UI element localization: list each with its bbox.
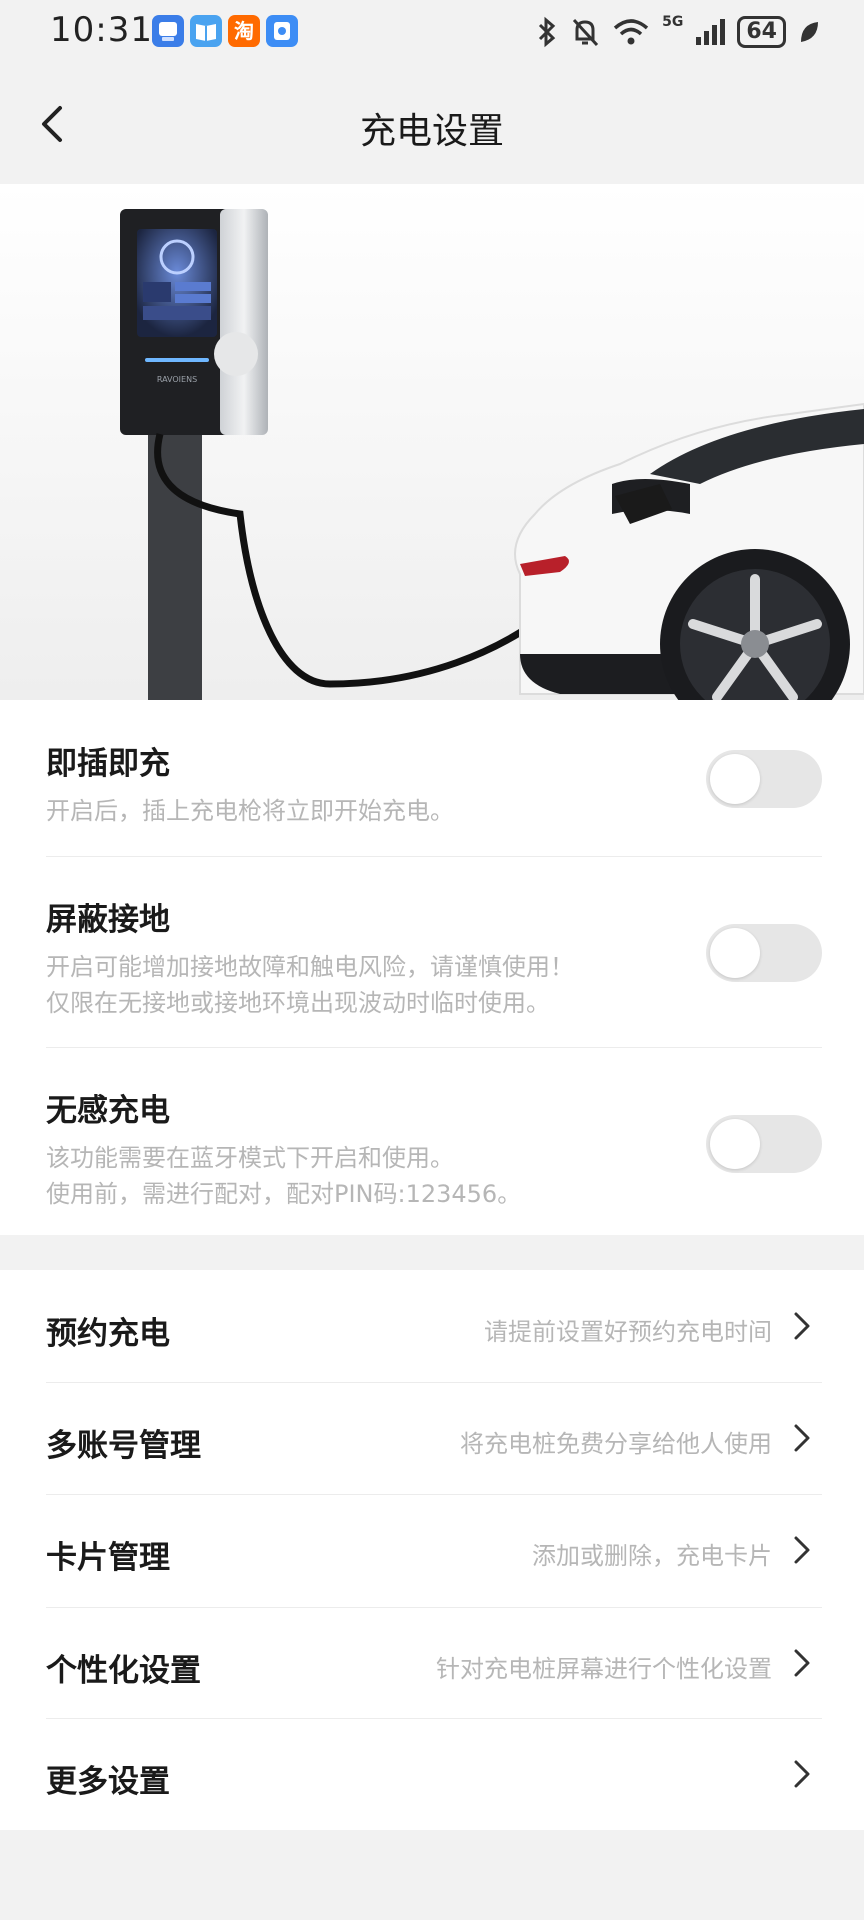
switch-knob [710,754,760,804]
menu-item-label: 卡片管理 [46,1540,170,1576]
toggle-row-ground-shield: 屏蔽接地 开启可能增加接地故障和触电风险，请谨慎使用！ 仅限在无接地或接地环境出… [46,894,822,1021]
menu-item-label: 预约充电 [46,1316,170,1352]
menu-item-hint: 将充电桩免费分享给他人使用 [460,1430,772,1458]
divider [46,1047,822,1048]
menu-item-scheduled-charging[interactable]: 预约充电 请提前设置好预约充电时间 [46,1270,822,1382]
menu-item-multi-account[interactable]: 多账号管理 将充电桩免费分享给他人使用 [46,1382,822,1494]
network-type: 5G [662,14,684,30]
menu-item-personalization[interactable]: 个性化设置 针对充电桩屏幕进行个性化设置 [46,1607,822,1719]
signal-icon [696,19,726,45]
bluetooth-icon [539,16,556,48]
seamless-charge-switch[interactable] [706,1115,822,1173]
page-title: 充电设置 [359,111,504,152]
plug-and-charge-switch[interactable] [706,750,822,808]
header: 充电设置 [0,64,864,184]
chevron-right-icon [794,1424,810,1452]
status-right: 5G 64 [536,12,820,52]
chevron-right-icon [794,1536,810,1564]
hero-image: RAVOIENS [0,184,864,700]
menu-section: 预约充电 请提前设置好预约充电时间 多账号管理 将充电桩免费分享给他人使用 卡片… [0,1270,864,1830]
status-time: 10:31 [50,10,153,50]
menu-item-label: 多账号管理 [46,1428,201,1464]
charger-car-illustration: RAVOIENS [0,184,864,700]
toggle-row-plug-and-charge: 即插即充 开启后，插上充电枪将立即开始充电。 [46,738,822,829]
switch-knob [710,1119,760,1169]
menu-item-hint: 针对充电桩屏幕进行个性化设置 [436,1655,772,1683]
toggle-desc-line: 使用前，需进行配对，配对PIN码:123456。 [46,1180,522,1208]
toggle-settings-section: 即插即充 开启后，插上充电枪将立即开始充电。 屏蔽接地 开启可能增加接地故障和触… [0,700,864,1235]
chevron-right-icon [794,1312,810,1340]
app-blue-icon [152,15,184,47]
toggle-desc-line: 仅限在无接地或接地环境出现波动时临时使用。 [46,989,550,1017]
toggle-title: 无感充电 [46,1093,170,1129]
toggle-title: 屏蔽接地 [46,902,170,938]
chevron-right-icon [794,1649,810,1677]
charger-brand-label: RAVOIENS [157,375,197,384]
wifi-icon [613,19,649,45]
battery-indicator: 64 [737,16,786,48]
menu-item-hint: 请提前设置好预约充电时间 [484,1318,772,1346]
menu-item-hint: 添加或删除，充电卡片 [532,1542,772,1570]
app-badge-icon [266,15,298,47]
menu-item-label: 个性化设置 [46,1653,201,1689]
divider [46,856,822,857]
chevron-right-icon [794,1760,810,1788]
reader-icon [190,15,222,47]
toggle-desc: 开启可能增加接地故障和触电风险，请谨慎使用！ 仅限在无接地或接地环境出现波动时临… [46,949,822,1021]
leaf-icon [801,22,818,42]
status-bar: 10:31 淘 5G 64 [0,0,864,64]
menu-item-card-management[interactable]: 卡片管理 添加或删除，充电卡片 [46,1494,822,1606]
toggle-row-seamless-charge: 无感充电 该功能需要在蓝牙模式下开启和使用。 使用前，需进行配对，配对PIN码:… [46,1085,822,1212]
menu-item-label: 更多设置 [46,1764,170,1800]
menu-item-more-settings[interactable]: 更多设置 [46,1718,822,1830]
toggle-desc: 开启后，插上充电枪将立即开始充电。 [46,797,454,825]
taobao-icon: 淘 [228,15,260,47]
mute-bell-icon [573,18,599,47]
switch-knob [710,928,760,978]
toggle-desc: 该功能需要在蓝牙模式下开启和使用。 使用前，需进行配对，配对PIN码:12345… [46,1140,822,1212]
ground-shield-switch[interactable] [706,924,822,982]
